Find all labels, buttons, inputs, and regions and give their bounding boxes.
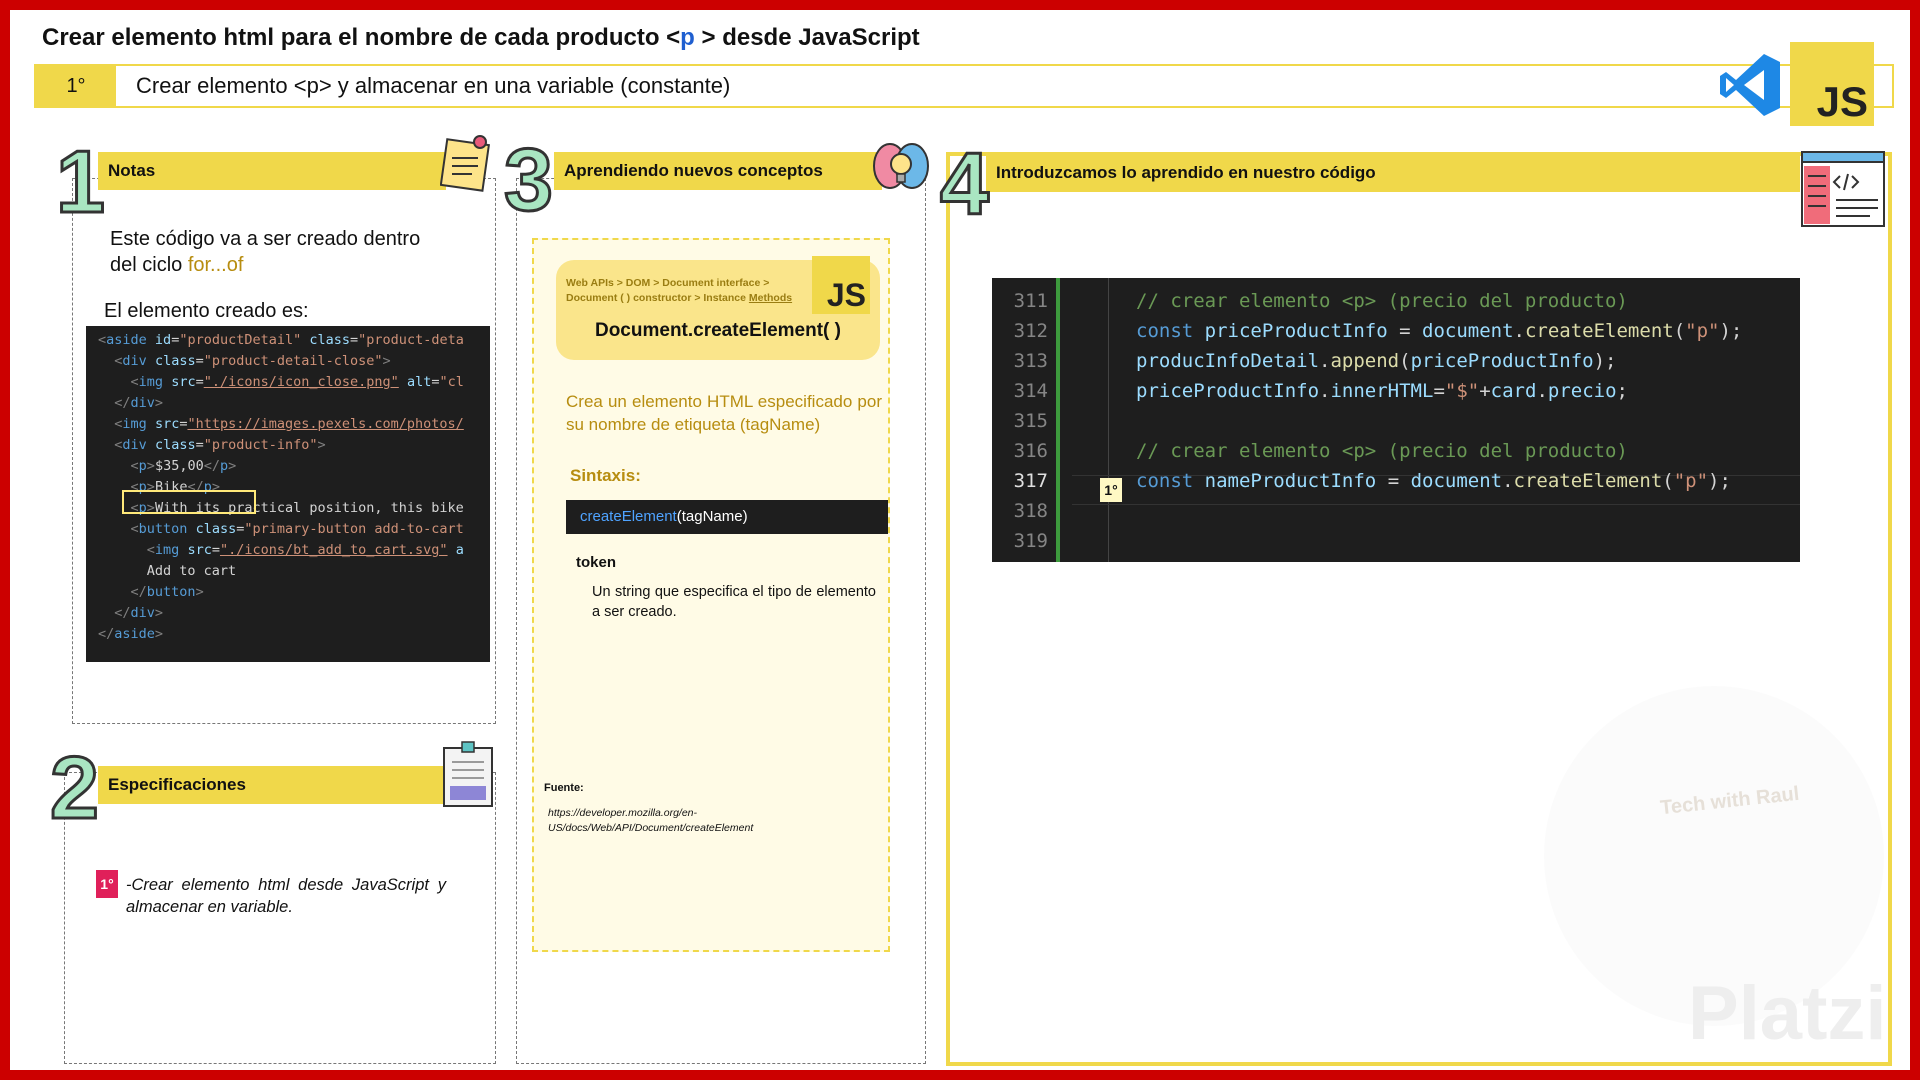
step-number: 1° [36, 66, 116, 106]
indent-guide [1108, 278, 1109, 562]
methods-link[interactable]: Methods [749, 292, 792, 304]
step-bar: 1° Crear elemento <p> y almacenar en una… [34, 64, 1894, 108]
spec-step-badge: 1° [96, 870, 118, 898]
slide: Crear elemento html para el nombre de ca… [10, 10, 1910, 1070]
code-window-icon [1801, 151, 1885, 227]
brain-icon [873, 143, 929, 189]
doc-title: Document.createElement( ) [594, 320, 841, 341]
step-2-number: 2 [49, 738, 101, 837]
js-mini-logo: JS [812, 256, 870, 314]
step-1-number: 1 [55, 132, 107, 231]
doc-title-box: Web APIs > DOM > Document interface > Doc… [556, 256, 880, 360]
source-label: Fuente: [544, 782, 584, 794]
aprendiendo-header: Aprendiendo nuevos conceptos [554, 152, 882, 190]
bike-line-highlight [122, 490, 256, 514]
step-marker: 1° [1100, 478, 1122, 502]
sticky-note-icon [440, 135, 490, 192]
especificaciones-panel [64, 772, 496, 1064]
notas-text-1: Este código va a ser creado dentro del ci… [110, 228, 421, 276]
vscode-icon [1720, 54, 1780, 116]
git-change-bar [1056, 278, 1060, 562]
doc-description: Crea un elemento HTML especificado por s… [566, 392, 882, 434]
token-description: Un string que especifica el tipo de elem… [592, 584, 876, 620]
spec-text: -Crear elemento html desde JavaScript y … [126, 876, 446, 916]
slide-title: Crear elemento html para el nombre de ca… [42, 24, 920, 51]
notas-header: Notas [98, 152, 446, 190]
mdn-reference-card: Web APIs > DOM > Document interface > Doc… [532, 238, 890, 952]
token-label: token [576, 554, 617, 571]
syntax-code: createElement(tagName) [566, 500, 888, 534]
introduzcamos-header: Introduzcamos lo aprendido en nuestro có… [986, 154, 1800, 192]
js-logo: JS [1790, 42, 1874, 126]
code-editor: 311 312 313 314 315 316 317 318 319 // c… [992, 278, 1800, 562]
notas-text-2: El elemento creado es: [104, 300, 309, 322]
step-4-number: 4 [939, 134, 991, 233]
platzi-watermark: Platzi [1688, 971, 1887, 1056]
line-numbers: 311 312 313 314 315 316 317 318 319 [1013, 290, 1048, 552]
clipboard-icon [443, 741, 493, 807]
especificaciones-header: Especificaciones [98, 766, 446, 804]
step-3-number: 3 [503, 130, 555, 229]
step-text: Crear elemento <p> y almacenar en una va… [136, 73, 731, 98]
source-url[interactable]: https://developer.mozilla.org/en-US/docs… [548, 806, 798, 836]
syntax-label: Sintaxis: [570, 466, 641, 485]
mdn-breadcrumb: Web APIs > DOM > Document interface > Doc… [566, 277, 793, 304]
